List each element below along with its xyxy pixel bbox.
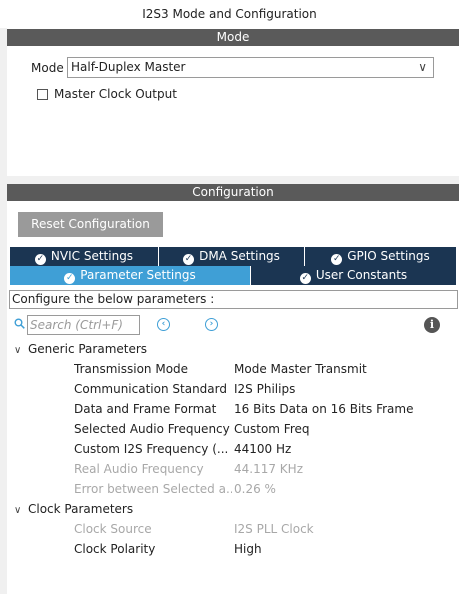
mode-select-value: Half-Duplex Master xyxy=(71,60,186,74)
expand-caret-icon: ∨ xyxy=(14,345,22,356)
param-name: Clock Polarity xyxy=(74,542,156,556)
param-name: Error between Selected a... xyxy=(74,482,232,496)
param-row-clock-polarity[interactable]: Clock Polarity High xyxy=(74,539,459,559)
param-name: Data and Frame Format xyxy=(74,402,217,416)
info-icon[interactable]: i xyxy=(424,317,440,333)
param-value: I2S PLL Clock xyxy=(234,522,314,536)
tab-dma-settings[interactable]: ✓ DMA Settings xyxy=(159,247,304,266)
section-divider[interactable] xyxy=(7,176,459,184)
check-circle-icon: ✓ xyxy=(64,273,76,284)
chevron-down-icon: ∨ xyxy=(418,60,427,74)
tab-parameter-settings[interactable]: ✓ Parameter Settings xyxy=(10,266,250,285)
tab-nvic-settings[interactable]: ✓ NVIC Settings xyxy=(10,247,158,266)
param-row-data-frame-format[interactable]: Data and Frame Format 16 Bits Data on 16… xyxy=(74,399,459,419)
param-row-transmission-mode[interactable]: Transmission Mode Mode Master Transmit xyxy=(74,359,459,379)
tab-label: GPIO Settings xyxy=(347,249,430,263)
config-section-header[interactable]: Configuration xyxy=(7,184,459,201)
param-name: Selected Audio Frequency xyxy=(74,422,230,436)
group-clock-parameters[interactable]: ∨ Clock Parameters xyxy=(14,501,133,519)
param-row-communication-standard[interactable]: Communication Standard I2S Philips xyxy=(74,379,459,399)
check-circle-icon: ✓ xyxy=(299,273,311,284)
expand-caret-icon: ∨ xyxy=(14,505,22,516)
search-previous-icon[interactable]: ‹ xyxy=(157,318,170,331)
reset-configuration-button[interactable]: Reset Configuration xyxy=(18,212,163,237)
search-icon xyxy=(14,318,25,329)
param-value[interactable]: Custom Freq xyxy=(234,419,310,439)
check-circle-icon: ✓ xyxy=(183,254,195,265)
master-clock-label: Master Clock Output xyxy=(54,87,177,101)
param-row-real-audio-frequency: Real Audio Frequency 44.117 KHz xyxy=(74,459,459,479)
mode-section-header[interactable]: Mode xyxy=(7,29,459,46)
param-row-custom-i2s-frequency[interactable]: Custom I2S Frequency (... 44100 Hz xyxy=(74,439,459,459)
tab-label: DMA Settings xyxy=(199,249,280,263)
group-generic-parameters[interactable]: ∨ Generic Parameters xyxy=(14,341,147,359)
search-next-icon[interactable]: › xyxy=(205,318,218,331)
tab-label: Parameter Settings xyxy=(80,268,196,282)
mode-label: Mode xyxy=(31,61,64,75)
tab-gpio-settings[interactable]: ✓ GPIO Settings xyxy=(305,247,456,266)
search-input[interactable]: Search (Ctrl+F) xyxy=(27,315,140,335)
param-value[interactable]: I2S Philips xyxy=(234,379,295,399)
tab-label: User Constants xyxy=(315,268,408,282)
param-row-clock-source: Clock Source I2S PLL Clock xyxy=(74,519,459,539)
param-name: Real Audio Frequency xyxy=(74,462,204,476)
left-edge xyxy=(0,28,7,594)
param-value[interactable]: 16 Bits Data on 16 Bits Frame xyxy=(234,399,413,419)
param-name: Communication Standard xyxy=(74,382,227,396)
group-label: Clock Parameters xyxy=(28,502,134,516)
param-value[interactable]: Mode Master Transmit xyxy=(234,359,367,379)
param-value: 0.26 % xyxy=(234,482,276,496)
param-name: Custom I2S Frequency (... xyxy=(74,442,229,456)
check-circle-icon: ✓ xyxy=(34,254,46,265)
description-text: Configure the below parameters : xyxy=(9,290,458,309)
param-name: Clock Source xyxy=(74,522,152,536)
tab-label: NVIC Settings xyxy=(50,249,134,263)
param-value[interactable]: 44100 Hz xyxy=(234,439,291,459)
param-row-frequency-error: Error between Selected a... 0.26 % xyxy=(74,479,459,499)
check-circle-icon: ✓ xyxy=(331,254,343,265)
mode-select[interactable]: Half-Duplex Master ∨ xyxy=(67,57,434,78)
window-title: I2S3 Mode and Configuration xyxy=(0,0,459,28)
param-value[interactable]: High xyxy=(234,539,262,559)
group-label: Generic Parameters xyxy=(28,342,148,356)
param-row-selected-audio-frequency[interactable]: Selected Audio Frequency Custom Freq xyxy=(74,419,459,439)
tab-user-constants[interactable]: ✓ User Constants xyxy=(251,266,456,285)
param-name: Transmission Mode xyxy=(74,362,189,376)
master-clock-checkbox[interactable] xyxy=(37,89,48,100)
param-value: 44.117 KHz xyxy=(234,462,303,476)
